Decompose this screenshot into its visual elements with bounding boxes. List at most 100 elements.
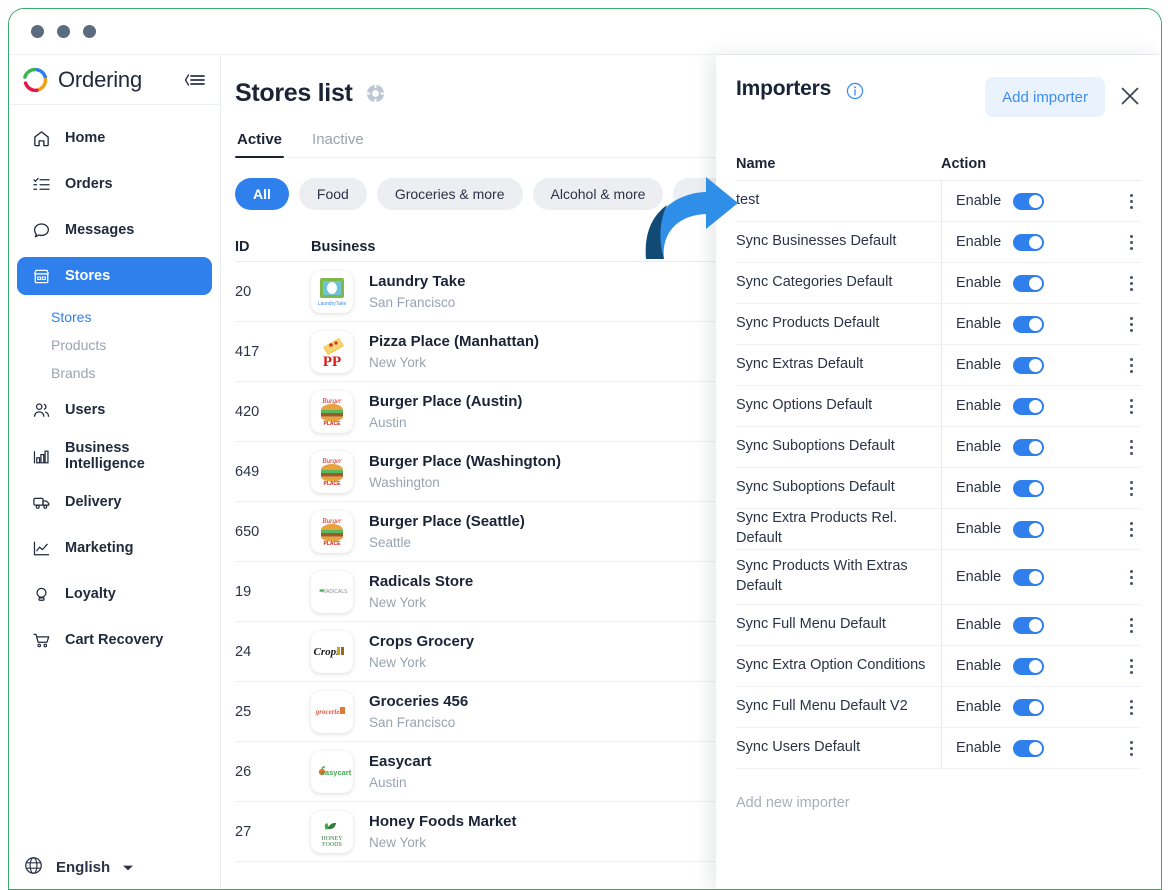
more-options-icon[interactable] bbox=[1126, 696, 1137, 719]
enable-toggle[interactable] bbox=[1013, 274, 1045, 292]
sidebar-item-loyalty[interactable]: Loyalty bbox=[17, 575, 212, 613]
importer-action-cell: Enable bbox=[941, 728, 1141, 768]
window-dot-maximize[interactable] bbox=[83, 25, 96, 38]
sidebar-item-label: Cart Recovery bbox=[65, 632, 164, 648]
sidebar: Ordering Home Orders Messages Stores Sto… bbox=[9, 55, 221, 889]
sidebar-item-messages[interactable]: Messages bbox=[17, 211, 212, 249]
store-id: 649 bbox=[235, 463, 260, 480]
more-options-icon[interactable] bbox=[1126, 477, 1137, 500]
importer-action-cell: Enable bbox=[941, 468, 1141, 508]
add-importer-button[interactable]: Add importer bbox=[985, 77, 1105, 117]
sidebar-subitem-brands[interactable]: Brands bbox=[9, 359, 220, 387]
more-options-icon[interactable] bbox=[1126, 190, 1137, 213]
more-options-icon[interactable] bbox=[1126, 231, 1137, 254]
enable-toggle[interactable] bbox=[1013, 233, 1045, 251]
importer-row[interactable]: Sync Suboptions Default Enable bbox=[736, 427, 1141, 468]
importer-row[interactable]: test Enable bbox=[736, 181, 1141, 222]
importer-row[interactable]: Sync Extra Products Rel. Default Enable bbox=[736, 509, 1141, 550]
sidebar-item-users[interactable]: Users bbox=[17, 391, 212, 429]
importer-action-cell: Enable bbox=[941, 509, 1141, 549]
column-header-action: Action bbox=[941, 155, 987, 172]
sidebar-item-delivery[interactable]: Delivery bbox=[17, 483, 212, 521]
chip-groceries[interactable]: Groceries & more bbox=[376, 178, 523, 210]
enable-toggle[interactable] bbox=[1013, 698, 1045, 716]
sidebar-item-home[interactable]: Home bbox=[17, 119, 212, 157]
tab-active[interactable]: Active bbox=[235, 127, 285, 158]
enable-label: Enable bbox=[956, 357, 1002, 373]
importer-row[interactable]: Sync Users Default Enable bbox=[736, 728, 1141, 769]
chip-all[interactable]: All bbox=[235, 178, 289, 210]
window-dot-minimize[interactable] bbox=[57, 25, 70, 38]
enable-toggle[interactable] bbox=[1013, 739, 1045, 757]
sidebar-item-cart-recovery[interactable]: Cart Recovery bbox=[17, 621, 212, 659]
tab-inactive[interactable]: Inactive bbox=[310, 127, 366, 157]
store-city: Seattle bbox=[369, 534, 412, 550]
importer-row[interactable]: Sync Extras Default Enable bbox=[736, 345, 1141, 386]
enable-label: Enable bbox=[956, 275, 1002, 291]
info-icon[interactable] bbox=[846, 82, 864, 100]
sidebar-item-label: Business Intelligence bbox=[65, 440, 145, 472]
enable-toggle[interactable] bbox=[1013, 520, 1045, 538]
chip-alcohol[interactable]: Alcohol & more bbox=[532, 178, 664, 210]
importer-name: Sync Suboptions Default bbox=[736, 479, 895, 496]
enable-toggle[interactable] bbox=[1013, 568, 1045, 586]
add-new-importer-link[interactable]: Add new importer bbox=[716, 769, 1161, 811]
enable-toggle[interactable] bbox=[1013, 479, 1045, 497]
more-options-icon[interactable] bbox=[1126, 566, 1137, 589]
enable-label: Enable bbox=[956, 617, 1002, 633]
svg-text:Burger: Burger bbox=[322, 517, 342, 525]
more-options-icon[interactable] bbox=[1126, 614, 1137, 637]
language-selector[interactable]: English bbox=[9, 843, 220, 889]
collapse-sidebar-icon[interactable] bbox=[182, 72, 206, 88]
more-options-icon[interactable] bbox=[1126, 354, 1137, 377]
enable-toggle[interactable] bbox=[1013, 356, 1045, 374]
sidebar-item-label: Messages bbox=[65, 222, 135, 238]
importer-row[interactable]: Sync Suboptions Default Enable bbox=[736, 468, 1141, 509]
importer-row[interactable]: Sync Businesses Default Enable bbox=[736, 222, 1141, 263]
importer-row[interactable]: Sync Products With Extras Default Enable bbox=[736, 550, 1141, 605]
burger-place-logo: Burger PLACE bbox=[311, 450, 353, 493]
more-options-icon[interactable] bbox=[1126, 272, 1137, 295]
importer-name: Sync Full Menu Default V2 bbox=[736, 698, 908, 715]
svg-text:easycart: easycart bbox=[321, 768, 351, 777]
enable-toggle[interactable] bbox=[1013, 657, 1045, 675]
store-city: New York bbox=[369, 594, 427, 610]
more-options-icon[interactable] bbox=[1126, 518, 1137, 541]
lifebuoy-icon[interactable] bbox=[365, 83, 386, 104]
enable-toggle[interactable] bbox=[1013, 315, 1045, 333]
enable-toggle[interactable] bbox=[1013, 616, 1045, 634]
importer-row[interactable]: Sync Options Default Enable bbox=[736, 386, 1141, 427]
importer-row[interactable]: Sync Products Default Enable bbox=[736, 304, 1141, 345]
store-city: New York bbox=[369, 654, 427, 670]
svg-text:PP: PP bbox=[323, 354, 341, 370]
more-options-icon[interactable] bbox=[1126, 655, 1137, 678]
enable-toggle[interactable] bbox=[1013, 438, 1045, 456]
more-options-icon[interactable] bbox=[1126, 395, 1137, 418]
store-id: 650 bbox=[235, 523, 260, 540]
enable-toggle[interactable] bbox=[1013, 397, 1045, 415]
close-icon[interactable] bbox=[1119, 85, 1141, 107]
window-dot-close[interactable] bbox=[31, 25, 44, 38]
sidebar-item-marketing[interactable]: Marketing bbox=[17, 529, 212, 567]
globe-icon bbox=[23, 855, 44, 880]
svg-text:LaundryTake: LaundryTake bbox=[318, 301, 347, 307]
sidebar-subitem-stores[interactable]: Stores bbox=[9, 303, 220, 331]
sidebar-subitem-products[interactable]: Products bbox=[9, 331, 220, 359]
more-options-icon[interactable] bbox=[1126, 436, 1137, 459]
importer-row[interactable]: Sync Full Menu Default V2 Enable bbox=[736, 687, 1141, 728]
sidebar-item-orders[interactable]: Orders bbox=[17, 165, 212, 203]
importer-name: Sync Products With Extras Default bbox=[736, 558, 908, 594]
store-name: Pizza Place (Manhattan) bbox=[369, 333, 540, 351]
importer-row[interactable]: Sync Extra Option Conditions Enable bbox=[736, 646, 1141, 687]
sidebar-item-stores[interactable]: Stores bbox=[17, 257, 212, 295]
store-name: Crops Grocery bbox=[369, 633, 475, 651]
chip-food[interactable]: Food bbox=[298, 178, 367, 210]
importer-row[interactable]: Sync Categories Default Enable bbox=[736, 263, 1141, 304]
importer-row[interactable]: Sync Full Menu Default Enable bbox=[736, 605, 1141, 646]
enable-toggle[interactable] bbox=[1013, 192, 1045, 210]
sidebar-item-business-intelligence[interactable]: Business Intelligence bbox=[17, 437, 212, 475]
more-options-icon[interactable] bbox=[1126, 313, 1137, 336]
more-options-icon[interactable] bbox=[1126, 737, 1137, 760]
medal-icon bbox=[31, 584, 51, 604]
svg-text:PLACE: PLACE bbox=[324, 541, 342, 547]
